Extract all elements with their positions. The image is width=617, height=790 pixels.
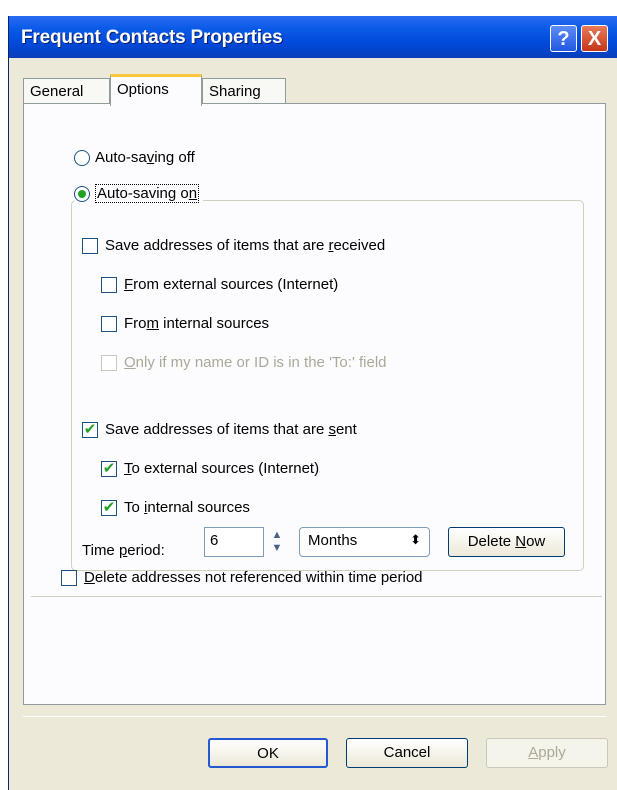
ok-button[interactable]: OK [208,738,328,768]
received-external-label: From external sources (Internet) [124,276,339,293]
save-received-checkbox[interactable]: Save addresses of items that are receive… [82,237,385,254]
cancel-button[interactable]: Cancel [346,738,468,768]
received-internal-label: From internal sources [124,315,270,332]
checkmark-icon: ✔ [101,459,117,477]
sent-external-label: To external sources (Internet) [124,460,320,477]
radio-on-icon [74,185,90,202]
select-arrows-icon: ⬍ [410,532,421,547]
options-panel: Auto-saving off Auto-saving on Save addr… [23,103,606,705]
help-icon: ? [557,28,570,50]
spin-up-icon[interactable]: ▲ [267,529,287,542]
time-period-label: Time period: [82,542,165,559]
save-received-label: Save addresses of items that are receive… [105,237,386,254]
tab-sharing-label: Sharing [209,83,261,100]
spin-down-icon[interactable]: ▼ [267,542,287,555]
title-bar[interactable]: Frequent Contacts Properties ? X [9,16,617,58]
time-period-spinner[interactable]: ▲ ▼ [267,529,287,557]
received-external-checkbox[interactable]: From external sources (Internet) [101,276,338,293]
checkmark-icon: ✔ [82,420,98,438]
close-icon: X [587,28,602,50]
tab-options-label: Options [117,81,169,98]
properties-dialog: Frequent Contacts Properties ? X General… [8,16,617,790]
checkbox-icon [101,315,117,332]
checkbox-icon [82,237,98,254]
checkmark-icon: ✔ [101,498,117,516]
footer-divider [23,716,606,717]
tab-general[interactable]: General [23,78,110,105]
only-if-to-field-label: Only if my name or ID is in the 'To:' fi… [124,354,387,371]
sent-internal-checkbox[interactable]: ✔ To internal sources [101,499,250,516]
checkbox-icon [101,276,117,293]
tab-options[interactable]: Options [110,74,202,106]
received-internal-checkbox[interactable]: From internal sources [101,315,269,332]
auto-saving-off-label: Auto-saving off [95,149,195,166]
sent-internal-label: To internal sources [124,499,250,516]
sent-external-checkbox[interactable]: ✔ To external sources (Internet) [101,460,319,477]
time-unit-value: Months [308,532,358,549]
auto-saving-on-radio[interactable]: Auto-saving on [74,184,204,203]
save-sent-label: Save addresses of items that are sent [105,421,357,438]
delete-now-button[interactable]: Delete Now [448,527,565,557]
save-sent-checkbox[interactable]: ✔ Save addresses of items that are sent [82,421,357,438]
apply-button[interactable]: Apply [486,738,608,768]
radio-off-icon [74,149,90,166]
delete-addresses-checkbox[interactable]: Delete addresses not referenced within t… [61,569,423,586]
tab-general-label: General [30,83,84,100]
tab-sharing[interactable]: Sharing [202,78,286,105]
time-unit-select[interactable]: Months ⬍ [299,527,430,557]
help-button[interactable]: ? [550,25,577,52]
only-if-to-field-checkbox[interactable]: Only if my name or ID is in the 'To:' fi… [101,354,387,371]
auto-saving-on-label: Auto-saving on [95,184,200,203]
delete-addresses-label: Delete addresses not referenced within t… [84,569,423,586]
auto-saving-off-radio[interactable]: Auto-saving off [74,149,195,166]
checkbox-icon [61,569,77,586]
divider [31,596,602,597]
window-title: Frequent Contacts Properties [21,27,283,48]
close-button[interactable]: X [581,25,608,52]
time-period-input[interactable]: 6 [204,527,264,557]
checkbox-icon [101,354,117,371]
